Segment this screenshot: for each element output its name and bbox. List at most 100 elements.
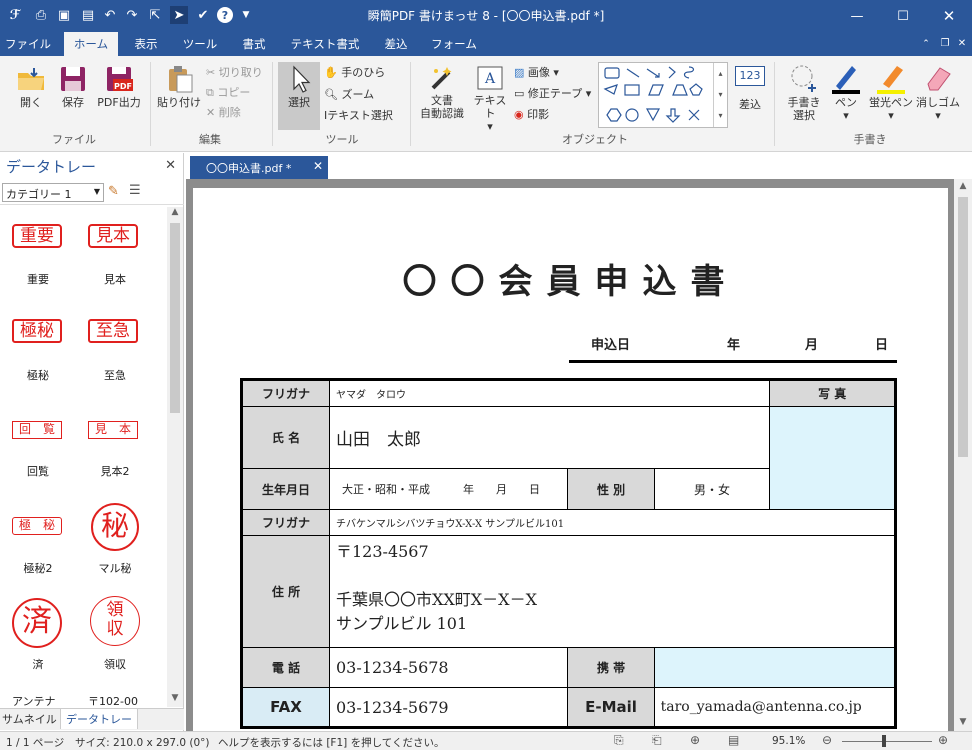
year-label: 年 <box>727 338 741 353</box>
copy-button[interactable]: ⧉ コピー <box>206 84 250 100</box>
scrollbar-thumb[interactable] <box>170 223 180 413</box>
scroll-up-icon[interactable]: ▲ <box>167 207 183 221</box>
continuous-page-icon[interactable]: ▤ <box>728 733 739 747</box>
menu-view[interactable]: 表示 <box>124 32 168 56</box>
pen-button[interactable]: ペン ▾ <box>828 62 864 122</box>
address-field[interactable]: 〒123-4567 千葉県〇〇市XX町X－X－X サンプルビル 101 <box>329 535 896 648</box>
menu-file[interactable]: ファイル <box>0 32 56 56</box>
cut-button[interactable]: ✂ 切り取り <box>206 64 263 80</box>
scroll-down-icon[interactable]: ▼ <box>954 717 972 727</box>
zoom-in-icon[interactable]: ⊕ <box>938 733 948 747</box>
window-title: 瞬簡PDF 書けまっせ 8 - [〇〇申込書.pdf *] <box>367 9 605 23</box>
menu-insert[interactable]: 差込 <box>372 32 420 56</box>
restore-icon[interactable]: ❐ <box>937 32 953 56</box>
stamp-circulate[interactable]: 回 覧 <box>12 421 62 439</box>
ribbon-collapse-icon[interactable]: ⌃ <box>918 32 934 56</box>
pdf-output-button[interactable]: PDF PDF出力 <box>94 64 144 109</box>
scroll-up-icon[interactable]: ▲ <box>954 181 972 191</box>
select-button[interactable]: 選択 <box>278 62 320 130</box>
text-button[interactable]: A テキスト ▾ <box>470 64 510 133</box>
fit-page-icon[interactable]: ⎘ <box>614 733 624 748</box>
highlighter-button[interactable]: 蛍光ペン ▾ <box>868 62 914 122</box>
scrollbar-thumb[interactable] <box>958 197 968 457</box>
doc-close-icon[interactable]: ✕ <box>954 32 970 56</box>
minimize-icon[interactable]: — <box>834 0 880 32</box>
name-field[interactable]: 山田 太郎 <box>328 406 771 469</box>
menu-tools[interactable]: ツール <box>176 32 224 56</box>
text-select-button[interactable]: Ⅰテキスト選択 <box>324 107 393 123</box>
pdf-page[interactable]: 〇〇会員申込書 申込日 年 月 日 フリガナ ヤマダ タロウ 写 真 氏 名 山… <box>193 188 948 748</box>
stamp-important[interactable]: 重要 <box>12 224 62 248</box>
pdf-output-label: PDF出力 <box>97 96 141 109</box>
stamp-label: 重要 <box>27 273 49 286</box>
menu-format[interactable]: 書式 <box>232 32 276 56</box>
sidebar-scrollbar[interactable]: ▲ ▼ <box>167 207 183 707</box>
list-view-icon[interactable]: ☰ <box>129 183 141 198</box>
gender-field[interactable]: 男・女 <box>653 468 771 510</box>
pen-icon <box>832 66 860 94</box>
tab-data-tray[interactable]: データトレー <box>60 709 138 729</box>
parallelogram-shape-icon <box>648 84 664 96</box>
phone-field[interactable]: 03-1234-5678 <box>328 647 569 688</box>
maximize-icon[interactable]: ☐ <box>880 0 926 32</box>
correction-tape-button[interactable]: ▭ 修正テープ ▾ <box>514 85 591 101</box>
auto-recognize-button[interactable]: 文書 自動認識 <box>416 64 468 120</box>
email-field[interactable]: taro_yamada@antenna.co.jp <box>653 687 897 728</box>
stamp-sample[interactable]: 見本 <box>88 224 138 248</box>
stamp-confidential-2[interactable]: 極 秘 <box>12 517 62 535</box>
scroll-down-icon[interactable]: ▼ <box>167 693 183 707</box>
list-item-partial[interactable]: アンテナ <box>12 693 56 709</box>
document-tab-label: 〇〇申込書.pdf * <box>206 162 292 175</box>
stamp-sample-2[interactable]: 見 本 <box>88 421 138 439</box>
correction-tape-icon: ▭ <box>514 87 525 100</box>
actual-size-icon[interactable]: ⊕ <box>690 733 700 747</box>
ribbon-separator <box>150 62 151 146</box>
insert-button[interactable]: 123 差込 <box>732 66 768 111</box>
birthdate-field[interactable]: 大正・昭和・平成 年 月 日 <box>328 468 569 510</box>
eraser-button[interactable]: 消しゴム ▾ <box>916 62 960 122</box>
menu-home[interactable]: ホーム <box>64 32 118 56</box>
image-button[interactable]: ▨ 画像 ▾ <box>514 64 559 80</box>
handwriting-select-button[interactable]: 手書き 選択 <box>782 62 826 122</box>
close-icon[interactable]: ✕ <box>926 0 972 32</box>
zoom-out-icon[interactable]: ⊖ <box>822 733 832 747</box>
trapezoid-shape-icon <box>672 84 688 96</box>
phone-label: 電 話 <box>241 647 330 688</box>
data-tray-panel: データトレー ✕ カテゴリー 1 ▼ ✎ ☰ 重要 重要 見本 見本 極秘 極秘… <box>0 153 184 731</box>
seal-button[interactable]: ◉ 印影 <box>514 106 549 122</box>
category-select[interactable]: カテゴリー 1 ▼ <box>2 183 104 202</box>
edit-category-icon[interactable]: ✎ <box>108 184 119 199</box>
address-furigana-field[interactable]: チバケンマルシバツチョウX-X-X サンプルビル101 <box>329 509 896 536</box>
eraser-icon <box>927 67 951 91</box>
zoom-slider-thumb[interactable] <box>882 735 886 747</box>
highlighter-label: 蛍光ペン <box>869 96 913 109</box>
stamp-received[interactable]: 領収 <box>90 596 140 646</box>
document-tab[interactable]: 〇〇申込書.pdf * ✕ <box>190 156 328 179</box>
document-scrollbar[interactable]: ▲ ▼ <box>954 179 972 731</box>
cursor-arrow-icon <box>293 65 311 93</box>
zoom-slider-track[interactable] <box>842 741 932 742</box>
menu-text-format[interactable]: テキスト書式 <box>286 32 364 56</box>
mobile-field[interactable] <box>653 647 897 688</box>
delete-button[interactable]: ✕ 削除 <box>206 104 241 120</box>
save-button[interactable]: 保存 <box>54 64 92 109</box>
paste-button[interactable]: 貼り付け <box>156 64 202 109</box>
open-button[interactable]: 開く <box>10 64 52 109</box>
stamp-done[interactable]: 済 <box>12 598 62 648</box>
fit-width-icon[interactable]: ⎗ <box>652 733 662 748</box>
panel-close-icon[interactable]: ✕ <box>165 158 176 173</box>
fax-field[interactable]: 03-1234-5679 <box>328 687 569 728</box>
stamp-maru-hi[interactable]: 秘 <box>91 503 139 551</box>
tab-close-icon[interactable]: ✕ <box>313 159 323 173</box>
photo-area[interactable] <box>769 406 896 510</box>
stamp-label: 領収 <box>104 658 126 671</box>
menu-form[interactable]: フォーム <box>428 32 480 56</box>
tab-thumbnail[interactable]: サムネイル <box>2 711 57 727</box>
zoom-button[interactable]: 🔍︎ ズーム <box>324 86 374 102</box>
shapes-gallery-scroll[interactable]: ▴ ▾ ▾ <box>713 63 727 127</box>
stamp-urgent[interactable]: 至急 <box>88 319 138 343</box>
furigana-field[interactable]: ヤマダ タロウ <box>328 379 771 407</box>
hand-button[interactable]: ✋ 手のひら <box>324 64 385 80</box>
list-item-partial[interactable]: 〒102-00 <box>88 693 138 709</box>
stamp-confidential[interactable]: 極秘 <box>12 319 62 343</box>
